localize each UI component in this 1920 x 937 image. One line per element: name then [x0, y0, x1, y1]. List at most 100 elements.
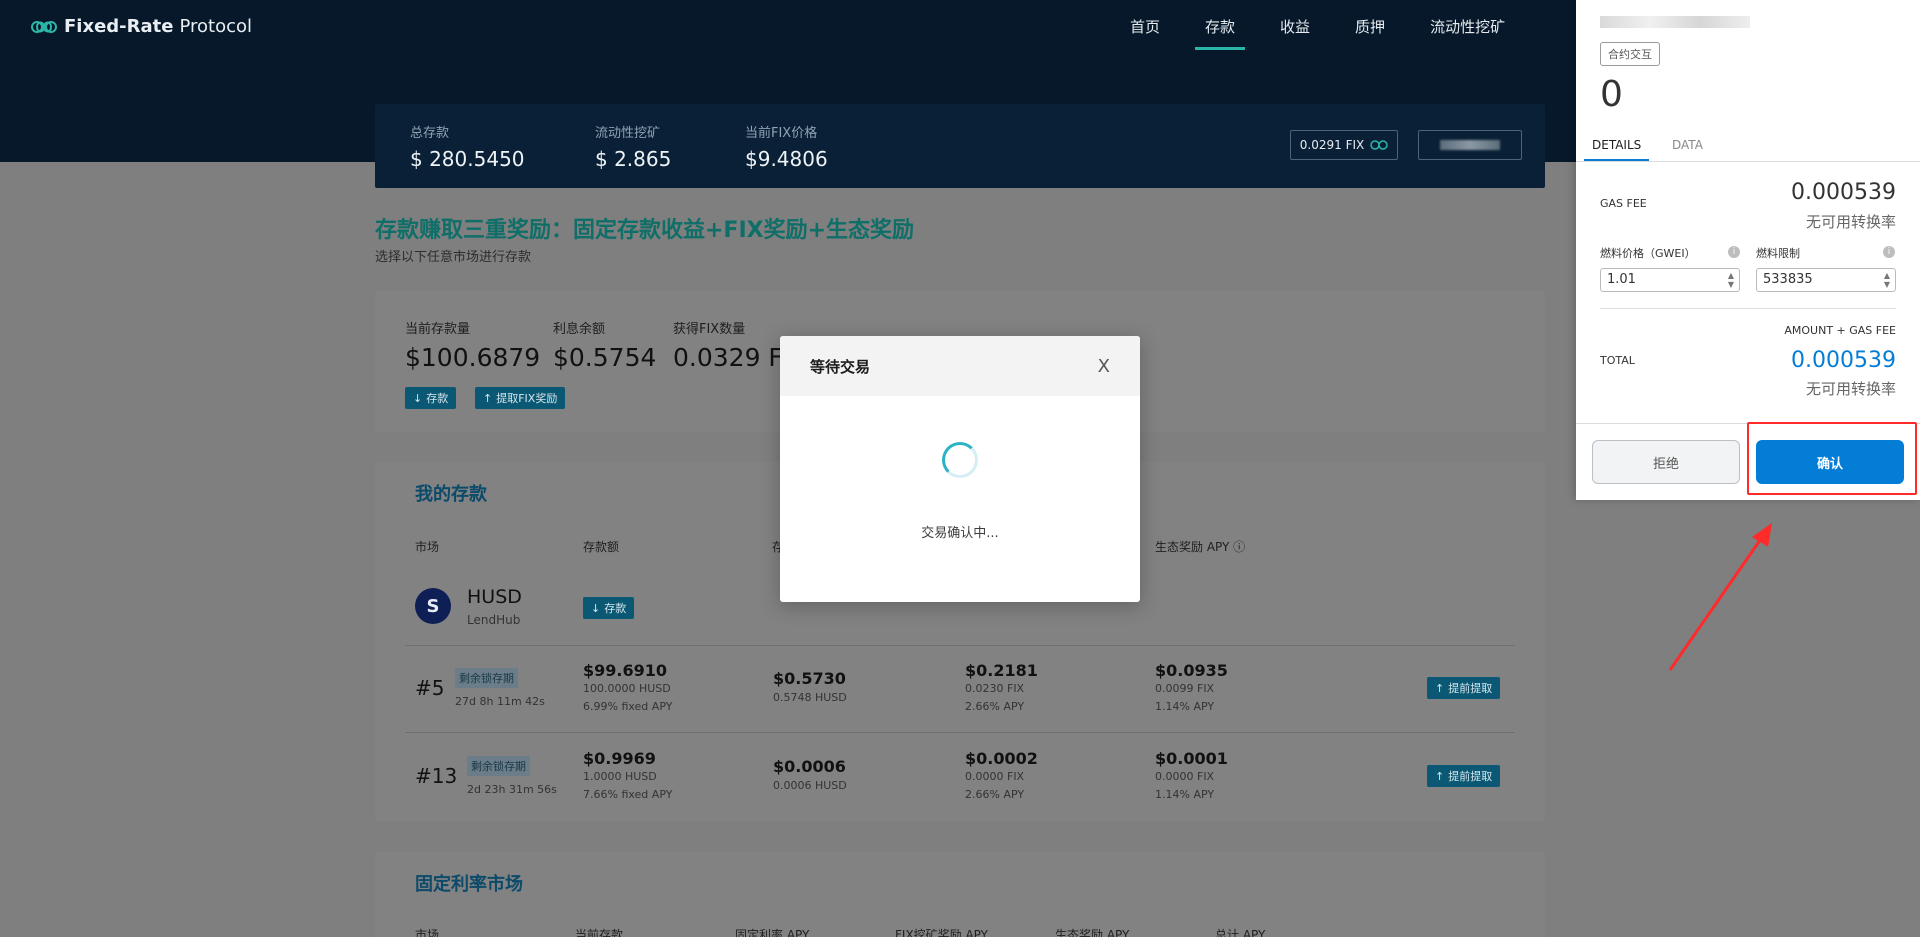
nav-home[interactable]: 首页 — [1130, 0, 1160, 50]
row-divider — [405, 645, 1515, 646]
wallet-tabs: DETAILS DATA — [1576, 130, 1920, 162]
deposit-amount-sub: 1.0000 HUSD — [583, 770, 657, 783]
nav-deposit[interactable]: 存款 — [1195, 0, 1246, 50]
fix-reward-apy: 2.66% APY — [965, 700, 1025, 713]
market-source: LendHub — [467, 613, 521, 627]
wallet-divider — [1600, 308, 1896, 309]
col-header-text: 生态奖励 APY — [1155, 540, 1230, 554]
total-conversion: 无可用转换率 — [1805, 380, 1896, 398]
gas-price-input[interactable]: 1.01 ▲ ▼ — [1600, 268, 1740, 292]
market-deposit-button[interactable]: ↓ 存款 — [583, 597, 635, 619]
stat-label: 流动性挖矿 — [595, 126, 661, 141]
market-name: HUSD — [467, 586, 522, 608]
col-header-total-apy: 总计 APY — [1215, 928, 1266, 937]
fix-reward-value: $0.0002 — [965, 749, 1038, 768]
tab-data[interactable]: DATA — [1672, 138, 1703, 152]
nav-staking[interactable]: 质押 — [1355, 0, 1385, 50]
eco-reward-sub: 0.0000 FIX — [1155, 770, 1215, 783]
main-nav: 首页 存款 收益 质押 流动性挖矿 — [1130, 0, 1550, 50]
gas-limit-input[interactable]: 533835 ▲ ▼ — [1756, 268, 1896, 292]
eco-reward-apy: 1.14% APY — [1155, 700, 1215, 713]
interest-value: $0.0006 — [773, 757, 846, 776]
page-subline: 选择以下任意市场进行存款 — [375, 250, 532, 265]
arrow-up-icon: ↑ — [483, 391, 493, 405]
fix-balance-text: 0.0291 FIX — [1299, 138, 1365, 152]
early-withdraw-button[interactable]: ↑ 提前提取 — [1427, 677, 1501, 699]
col-header-fix-mining-apy: FIX挖矿奖励 APY — [895, 928, 988, 937]
col-header-amount: 存款额 — [583, 540, 620, 554]
gas-fee-label: GAS FEE — [1600, 197, 1647, 210]
blurred-address — [1440, 140, 1500, 150]
stepper-icon[interactable]: ▲ ▼ — [1725, 271, 1737, 289]
summary-label: 获得FIX数量 — [673, 322, 746, 337]
my-deposits-title: 我的存款 — [415, 484, 487, 505]
deposit-amount-sub: 100.0000 HUSD — [583, 682, 671, 695]
close-icon[interactable]: X — [1098, 356, 1110, 377]
claim-fix-button[interactable]: ↑ 提取FIX奖励 — [475, 387, 566, 409]
button-label: 提前提取 — [1448, 770, 1493, 783]
eco-reward-value: $0.0935 — [1155, 661, 1228, 680]
info-icon[interactable]: ⓘ — [1233, 540, 1245, 554]
eco-reward-value: $0.0001 — [1155, 749, 1228, 768]
gas-price-info-icon[interactable]: i — [1728, 246, 1740, 258]
deposit-amount: $0.9969 — [583, 749, 656, 768]
fix-reward-sub: 0.0000 FIX — [965, 770, 1025, 783]
col-header-market: 市场 — [415, 928, 440, 937]
deposit-amount: $99.6910 — [583, 661, 668, 680]
deposit-apy: 7.66% fixed APY — [583, 788, 673, 801]
summary-deposit-button[interactable]: ↓ 存款 — [405, 387, 457, 409]
logo-text-primary: Fixed-Rate — [64, 16, 174, 37]
stat-value: $9.4806 — [745, 147, 828, 171]
husd-token-icon: S — [415, 588, 451, 624]
modal-header: 等待交易 X — [780, 336, 1140, 396]
stat-label: 总存款 — [410, 126, 450, 141]
reject-button[interactable]: 拒绝 — [1592, 440, 1740, 484]
gas-fee-conversion: 无可用转换率 — [1805, 213, 1896, 231]
fix-reward-sub: 0.0230 FIX — [965, 682, 1025, 695]
tab-details[interactable]: DETAILS — [1583, 138, 1650, 161]
summary-value: $0.5754 — [553, 343, 657, 372]
summary-current-deposit: 当前存款量 $100.6879 — [405, 318, 540, 372]
stepper-icon[interactable]: ▲ ▼ — [1881, 271, 1893, 289]
contract-interaction-chip: 合约交互 — [1600, 42, 1660, 66]
fixed-rate-market-card: 固定利率市场 市场 当前存款 固定利率 APY FIX挖矿奖励 APY 生态奖励… — [375, 852, 1545, 937]
stat-liquidity: 流动性挖矿 $ 2.865 — [595, 122, 671, 171]
fix-reward-apy: 2.66% APY — [965, 788, 1025, 801]
lock-tag: 剩余锁存期 — [467, 756, 530, 776]
infinity-logo-icon — [31, 20, 57, 33]
lock-time: 2d 23h 31m 56s — [467, 783, 557, 796]
stat-label: 当前FIX价格 — [745, 126, 818, 141]
eco-reward-apy: 1.14% APY — [1155, 788, 1215, 801]
annotation-arrow-icon — [1668, 523, 1772, 671]
col-header-market: 市场 — [415, 540, 440, 554]
wallet-address-pill[interactable] — [1418, 130, 1522, 160]
waiting-transaction-modal: 等待交易 X 交易确认中... — [780, 336, 1140, 602]
stats-banner: 总存款 $ 280.5450 流动性挖矿 $ 2.865 当前FIX价格 $9.… — [375, 104, 1545, 188]
total-value: 0.000539 — [1791, 348, 1896, 373]
interest-sub: 0.5748 HUSD — [773, 691, 847, 704]
lock-time: 27d 8h 11m 42s — [455, 695, 545, 708]
deposit-id: #5 — [415, 676, 445, 700]
logo[interactable]: Fixed-Rate Protocol — [30, 16, 252, 37]
fix-balance-pill[interactable]: 0.0291 FIX — [1290, 130, 1398, 160]
arrow-up-icon: ↑ — [1435, 769, 1445, 783]
nav-earnings[interactable]: 收益 — [1280, 0, 1310, 50]
modal-title: 等待交易 — [810, 357, 871, 376]
stat-value: $ 280.5450 — [410, 147, 525, 171]
stat-total-deposit: 总存款 $ 280.5450 — [410, 122, 525, 171]
gas-limit-info-icon[interactable]: i — [1883, 246, 1895, 258]
gas-price-value: 1.01 — [1607, 272, 1636, 287]
deposit-id: #13 — [415, 764, 458, 788]
interest-sub: 0.0006 HUSD — [773, 779, 847, 792]
early-withdraw-button[interactable]: ↑ 提前提取 — [1427, 765, 1501, 787]
summary-label: 利息余额 — [553, 322, 606, 337]
deposit-apy: 6.99% fixed APY — [583, 700, 673, 713]
gas-limit-label: 燃料限制 — [1756, 247, 1800, 260]
col-header-eco-apy: 生态奖励 APY — [1055, 928, 1130, 937]
transaction-amount: 0 — [1600, 74, 1623, 115]
button-label: 存款 — [426, 392, 449, 405]
summary-interest: 利息余额 $0.5754 — [553, 318, 656, 372]
nav-liquidity-mining[interactable]: 流动性挖矿 — [1430, 0, 1505, 50]
loading-spinner-icon — [942, 442, 978, 478]
gas-limit-value: 533835 — [1763, 272, 1813, 287]
